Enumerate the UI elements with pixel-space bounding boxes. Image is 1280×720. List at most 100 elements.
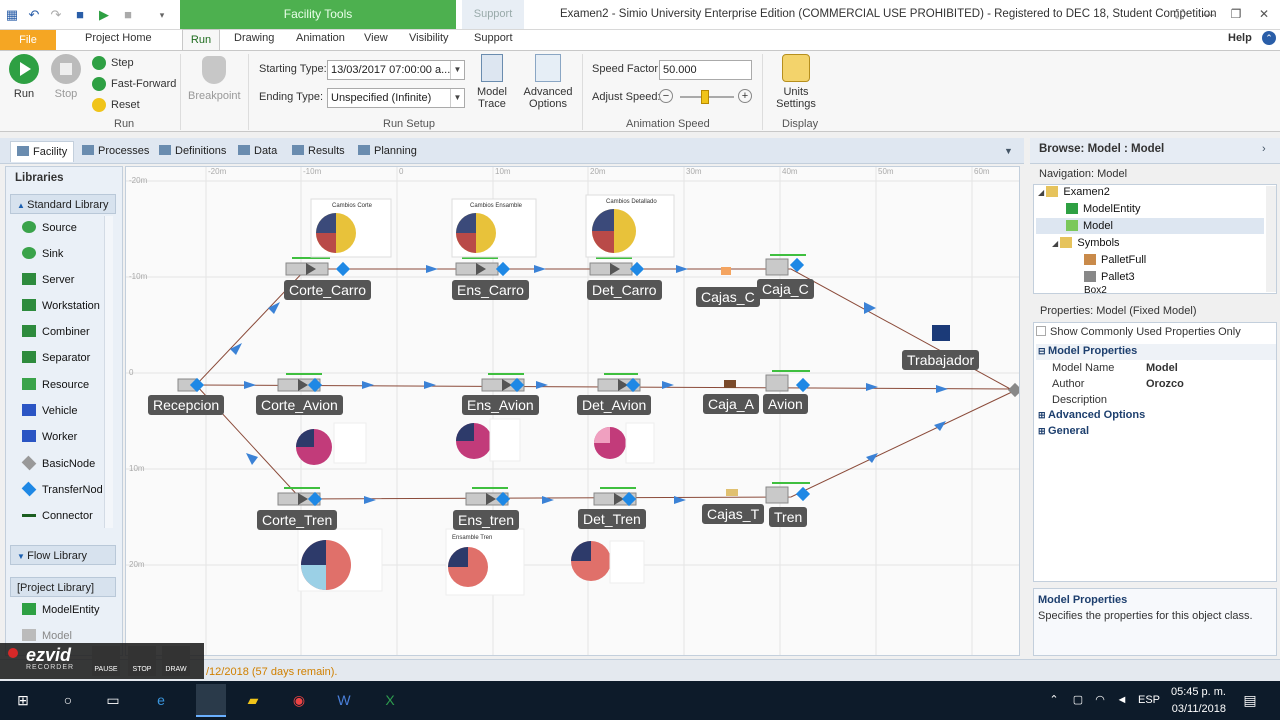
tab-file[interactable]: File <box>0 30 56 50</box>
label-trabajador[interactable]: Trabajador <box>902 350 980 370</box>
project-library-header[interactable]: [Project Library] <box>10 577 116 597</box>
show-common-toggle[interactable]: Show Commonly Used Properties Only <box>1036 326 1274 342</box>
label-caja-c[interactable]: Caja_C <box>757 279 814 299</box>
tab-run[interactable]: Run <box>182 29 220 51</box>
view-tabs-dropdown-icon[interactable]: ▼ <box>998 141 1019 162</box>
lib-item-vehicle[interactable]: Vehicle <box>22 404 77 417</box>
tree-modelentity[interactable]: ModelEntity <box>1066 203 1140 215</box>
speed-decrease-icon[interactable]: − <box>659 89 673 103</box>
tab-project-home[interactable]: Project Home <box>85 32 152 48</box>
facility-canvas[interactable]: -20m -10m 0 10m 20m 30m 40m 50m 60m -20m -10m 0 10m… <box>125 166 1020 656</box>
prop-value-author[interactable]: Orozco <box>1146 378 1184 390</box>
label-avion[interactable]: Avion <box>763 394 808 414</box>
edge-icon[interactable]: e <box>151 690 171 710</box>
speed-slider-thumb[interactable] <box>701 90 709 104</box>
label-caja-a[interactable]: Caja_A <box>703 394 759 414</box>
lib-item-transfernode[interactable]: TransferNod <box>21 481 103 497</box>
redo-icon[interactable]: ↷ <box>48 7 64 23</box>
task-view-icon[interactable]: ▭ <box>103 690 123 710</box>
ezvid-draw-button[interactable]: DRAW <box>162 646 190 676</box>
tab-results[interactable]: Results <box>286 141 351 162</box>
label-det-carro[interactable]: Det_Carro <box>587 280 662 300</box>
standard-library-header[interactable]: ▲ Standard Library <box>10 194 116 214</box>
wifi-icon[interactable]: ◠ <box>1090 690 1110 710</box>
lib-item-server[interactable]: Server <box>22 273 74 286</box>
simio-taskbar-icon[interactable] <box>196 684 226 717</box>
label-det-avion[interactable]: Det_Avion <box>577 395 652 415</box>
label-det-tren[interactable]: Det_Tren <box>578 509 646 529</box>
category-general[interactable]: ⊞ General <box>1038 425 1089 437</box>
starting-type-field[interactable]: 13/03/2017 07:00:00 a... ▼ <box>327 60 465 80</box>
input-language[interactable]: ESP <box>1138 694 1160 706</box>
tree-symbols[interactable]: ◢ Symbols <box>1052 237 1120 249</box>
label-ens-avion[interactable]: Ens_Avion <box>462 395 539 415</box>
clock-date[interactable]: 03/11/2018 <box>1170 703 1226 715</box>
tab-planning[interactable]: Planning <box>352 141 423 162</box>
ezvid-stop-button[interactable]: STOP <box>128 646 156 676</box>
tab-visibility[interactable]: Visibility <box>409 32 449 48</box>
ending-type-field[interactable]: Unspecified (Infinite) ▼ <box>327 88 465 108</box>
step-button[interactable]: Step <box>92 56 134 70</box>
stop-button[interactable]: Stop <box>50 54 82 100</box>
tree-scrollbar[interactable] <box>1266 186 1276 292</box>
lib-item-combiner[interactable]: Combiner <box>22 325 90 338</box>
save-icon[interactable]: ■ <box>72 7 88 23</box>
windows-start-icon[interactable]: ⊞ <box>13 690 33 710</box>
reset-button[interactable]: Reset <box>92 98 140 112</box>
label-tren[interactable]: Tren <box>769 507 808 527</box>
lib-item-source[interactable]: Source <box>22 221 77 234</box>
tree-palletfull[interactable]: PalletFull <box>1084 254 1146 266</box>
chrome-icon[interactable]: ◉ <box>289 690 309 710</box>
excel-icon[interactable]: X <box>380 690 400 710</box>
tab-drawing[interactable]: Drawing <box>234 32 274 48</box>
label-recepcion[interactable]: Recepcion <box>148 395 225 415</box>
clock-time[interactable]: 05:45 p. m. <box>1170 686 1226 698</box>
minimize-button[interactable]: — <box>1200 7 1216 21</box>
category-advanced-options[interactable]: ⊞ Advanced Options <box>1038 409 1145 421</box>
ezvid-pause-button[interactable]: PAUSE <box>92 646 120 676</box>
label-corte-carro[interactable]: Corte_Carro <box>284 280 372 300</box>
prop-value-model-name[interactable]: Model <box>1146 362 1178 374</box>
volume-icon[interactable]: ◄ <box>1112 690 1132 710</box>
file-explorer-icon[interactable]: ▰ <box>243 690 263 710</box>
fast-forward-button[interactable]: Fast-Forward <box>92 77 176 91</box>
customize-qat-icon[interactable]: ▾ <box>154 7 170 23</box>
advanced-options-button[interactable]: Advanced Options <box>520 54 576 110</box>
network-icon[interactable]: ▢ <box>1068 690 1088 710</box>
library-scrollbar[interactable] <box>104 216 113 528</box>
restore-ribbon-icon[interactable]: ⛶ <box>1172 7 1188 22</box>
label-cajas-t[interactable]: Cajas_T <box>702 504 765 524</box>
tab-processes[interactable]: Processes <box>76 141 155 162</box>
close-button[interactable]: ✕ <box>1256 7 1272 21</box>
tab-definitions[interactable]: Definitions <box>153 141 232 162</box>
undo-icon[interactable]: ↶ <box>26 7 42 23</box>
run-button[interactable]: Run <box>8 54 40 100</box>
category-model-properties[interactable]: ⊟ Model Properties <box>1038 345 1137 357</box>
tab-view[interactable]: View <box>364 32 388 48</box>
lib-item-model[interactable]: Model <box>22 629 72 642</box>
word-icon[interactable]: W <box>334 690 354 710</box>
lib-item-modelentity[interactable]: ModelEntity <box>22 603 99 616</box>
label-cajas-c[interactable]: Cajas_C <box>696 287 760 307</box>
label-corte-tren[interactable]: Corte_Tren <box>257 510 338 530</box>
tree-box2[interactable]: Box2 <box>1084 285 1107 293</box>
tab-data[interactable]: Data <box>232 141 283 162</box>
label-ens-carro[interactable]: Ens_Carro <box>452 280 529 300</box>
browse-collapse-icon[interactable]: › <box>1262 143 1266 155</box>
tree-model[interactable]: Model <box>1066 220 1113 232</box>
lib-item-separator[interactable]: Separator <box>22 351 90 364</box>
lib-item-basicnode[interactable]: BasicNode <box>21 455 95 471</box>
tab-support[interactable]: Support <box>474 32 513 48</box>
lib-item-workstation[interactable]: Workstation <box>22 299 100 312</box>
label-ens-tren[interactable]: Ens_tren <box>453 510 520 530</box>
speed-factor-field[interactable]: 50.000 <box>659 60 752 80</box>
model-trace-button[interactable]: Model Trace <box>474 54 510 110</box>
units-settings-button[interactable]: Units Settings <box>768 54 824 110</box>
lib-item-connector[interactable]: Connector <box>22 509 93 522</box>
maximize-button[interactable]: ❐ <box>1228 7 1244 21</box>
flow-library-header[interactable]: ▼ Flow Library <box>10 545 116 565</box>
lib-item-resource[interactable]: Resource <box>22 378 89 391</box>
help-link[interactable]: Help <box>1228 32 1252 48</box>
stop-quick-icon[interactable]: ■ <box>120 7 136 23</box>
notifications-icon[interactable]: ▤ <box>1240 690 1260 710</box>
